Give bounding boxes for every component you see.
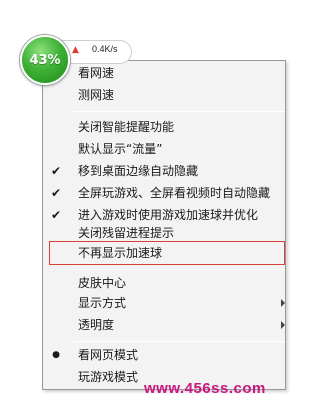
menu-item-label: 默认显示“流量” [78, 142, 163, 156]
context-menu: 看网速 测网速 关闭智能提醒功能 默认显示“流量” ✔ 移到桌面边缘自动隐藏 ✔… [42, 60, 286, 390]
menu-item-label: 全屏玩游戏、全屏看视频时自动隐藏 [78, 186, 271, 200]
ball-percent-label: 43% [29, 52, 61, 68]
radio-bullet-icon: ● [52, 350, 60, 360]
menu-item-disable-residual-process-tip[interactable]: 关闭残留进程提示 [43, 223, 285, 243]
menu-item-label: 关闭智能提醒功能 [78, 120, 175, 134]
checkmark-icon: ✔ [50, 164, 62, 178]
menu-separator [73, 111, 285, 112]
menu-item-label: 关闭残留进程提示 [78, 226, 175, 240]
submenu-arrow-icon [281, 321, 285, 329]
menu-separator [73, 269, 285, 270]
menu-item-disable-smart-reminder[interactable]: 关闭智能提醒功能 [43, 117, 285, 137]
speed-ball[interactable]: 43% [20, 35, 70, 85]
upload-arrow-icon: ▲ [72, 45, 79, 55]
menu-item-display-mode[interactable]: 显示方式 [43, 293, 285, 313]
upload-speed-value: 0.4K/s [92, 44, 118, 54]
menu-separator [73, 341, 285, 342]
menu-item-opacity[interactable]: 透明度 [43, 315, 285, 335]
menu-item-label: 显示方式 [78, 296, 127, 310]
menu-item-auto-hide-fullscreen[interactable]: ✔ 全屏玩游戏、全屏看视频时自动隐藏 [43, 183, 285, 203]
menu-item-game-accelerator[interactable]: ✔ 进入游戏时使用游戏加速球并优化 [43, 205, 285, 225]
submenu-arrow-icon [281, 299, 285, 307]
watermark: www.456ss.com [144, 380, 266, 397]
menu-item-label: 移到桌面边缘自动隐藏 [78, 164, 199, 178]
menu-item-label: 透明度 [78, 318, 115, 332]
menu-item-hide-accelerator-ball[interactable]: 不再显示加速球 [43, 243, 285, 263]
menu-item-label: 玩游戏模式 [78, 370, 139, 384]
menu-item-default-show-traffic[interactable]: 默认显示“流量” [43, 139, 285, 159]
checkmark-icon: ✔ [50, 186, 62, 200]
menu-item-label: 看网速 [78, 66, 115, 80]
menu-item-label: 进入游戏时使用游戏加速球并优化 [78, 208, 259, 222]
menu-item-label: 测网速 [78, 88, 115, 102]
menu-item-label: 不再显示加速球 [78, 246, 163, 260]
menu-item-test-speed[interactable]: 测网速 [43, 85, 285, 105]
menu-item-auto-hide-edge[interactable]: ✔ 移到桌面边缘自动隐藏 [43, 161, 285, 181]
menu-item-label: 看网页模式 [78, 348, 139, 362]
menu-item-web-mode[interactable]: ● 看网页模式 [43, 345, 285, 365]
menu-item-label: 皮肤中心 [78, 276, 127, 290]
menu-item-view-speed[interactable]: 看网速 [43, 63, 285, 83]
menu-item-skin-center[interactable]: 皮肤中心 [43, 273, 285, 293]
checkmark-icon: ✔ [50, 208, 62, 222]
